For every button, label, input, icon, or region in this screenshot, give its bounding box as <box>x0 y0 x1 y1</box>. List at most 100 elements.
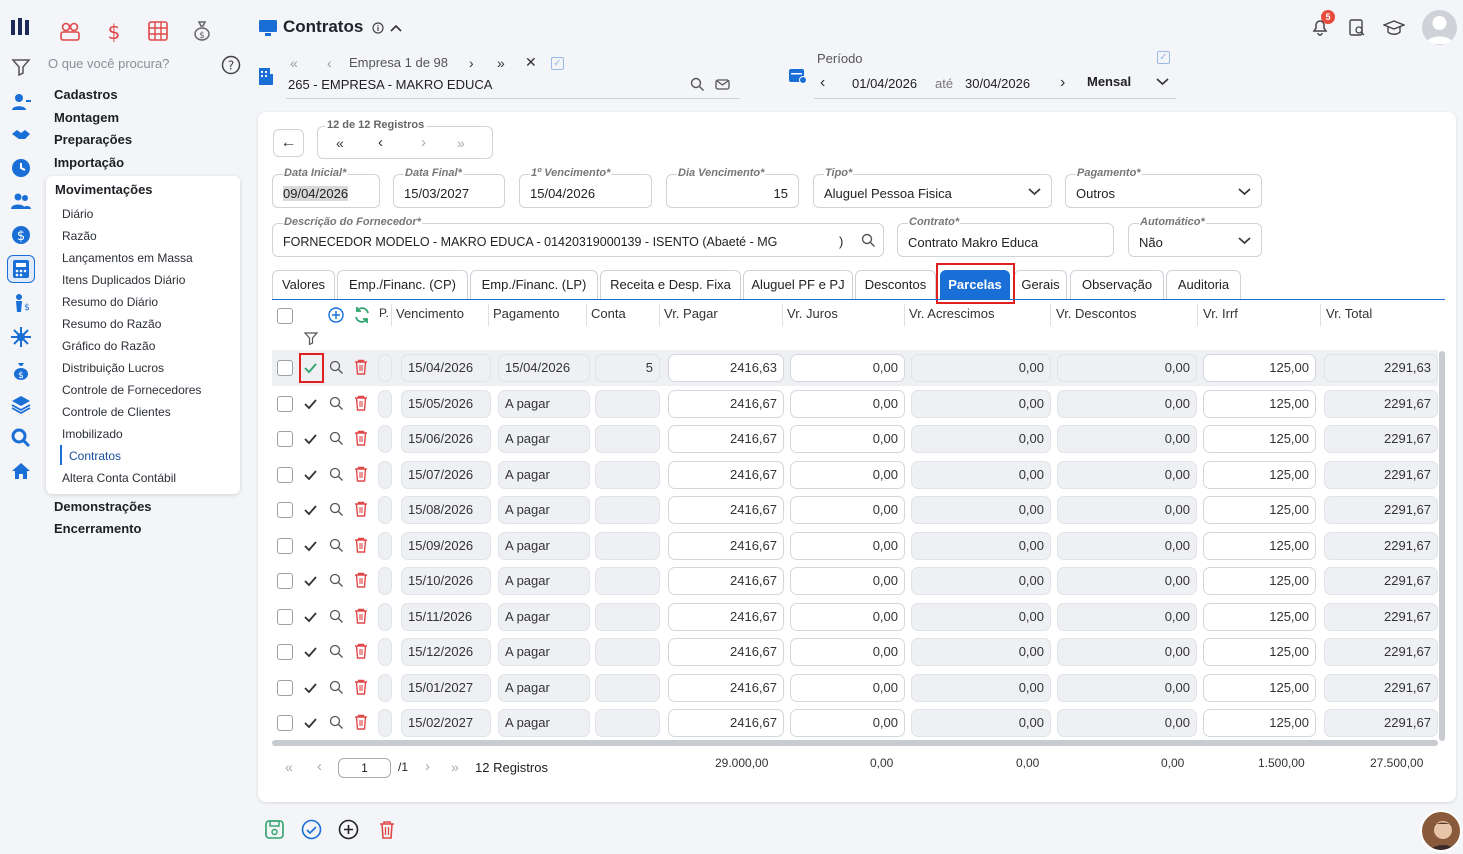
cell-irrf[interactable]: 125,00 <box>1203 602 1316 631</box>
table-row[interactable]: 15/09/2026 A pagar 2416,67 0,00 0,00 0,00 125,… <box>272 528 1438 564</box>
pager-next-button[interactable]: › <box>425 758 430 775</box>
cell-conta[interactable] <box>595 567 660 595</box>
search-icon[interactable] <box>329 431 344 446</box>
freq-chevron-icon[interactable] <box>1156 77 1169 87</box>
tab-auditoria[interactable]: Auditoria <box>1166 270 1241 299</box>
cell-juros[interactable]: 0,00 <box>790 602 905 631</box>
cell-p[interactable] <box>378 673 392 702</box>
empresa-value[interactable]: 265 - EMPRESA - MAKRO EDUCA <box>288 77 492 92</box>
user-add-icon[interactable] <box>10 91 32 113</box>
contrato-field[interactable]: Contrato* Contrato Makro Educa <box>897 216 1114 257</box>
row-checkbox[interactable] <box>277 608 293 625</box>
trash-icon[interactable] <box>354 430 368 446</box>
search-icon[interactable] <box>329 715 344 730</box>
cell-conta[interactable] <box>595 425 660 453</box>
table-row[interactable]: 15/02/2027 A pagar 2416,67 0,00 0,00 0,00 125,… <box>272 705 1438 741</box>
cell-venc[interactable]: 15/11/2026 <box>401 602 491 631</box>
check-icon[interactable] <box>303 503 318 517</box>
cell-pag[interactable]: A pagar <box>498 531 590 560</box>
cell-desc[interactable]: 0,00 <box>1057 460 1197 489</box>
cell-acresc[interactable]: 0,00 <box>911 673 1051 702</box>
empresa-first-button[interactable]: « <box>290 55 298 71</box>
table-row[interactable]: 15/08/2026 A pagar 2416,67 0,00 0,00 0,00 125,… <box>272 492 1438 528</box>
row-checkbox[interactable] <box>277 644 293 660</box>
cell-venc[interactable]: 15/06/2026 <box>401 425 491 453</box>
menu-encerramento[interactable]: Encerramento <box>54 521 141 536</box>
cell-conta[interactable] <box>595 389 660 418</box>
table-row[interactable]: 15/10/2026 A pagar 2416,67 0,00 0,00 0,00 125,… <box>272 563 1438 599</box>
cell-venc[interactable]: 15/04/2026 <box>401 354 491 382</box>
cell-conta[interactable] <box>595 602 660 631</box>
tab-receita-desp-fixa[interactable]: Receita e Desp. Fixa <box>600 270 741 299</box>
people-icon[interactable] <box>58 19 82 43</box>
periodo-start[interactable]: 01/04/2026 <box>852 76 917 91</box>
menu-preparacoes[interactable]: Preparações <box>54 132 132 147</box>
cell-p[interactable] <box>378 460 392 489</box>
cell-desc[interactable]: 0,00 <box>1057 709 1197 737</box>
cell-pagar[interactable]: 2416,67 <box>668 567 784 595</box>
column-filter-icon[interactable] <box>304 331 318 345</box>
cell-p[interactable] <box>378 709 392 737</box>
cell-conta[interactable]: 5 <box>595 354 660 382</box>
check-icon[interactable] <box>303 645 318 659</box>
cell-pag[interactable]: A pagar <box>498 389 590 418</box>
search-icon[interactable] <box>329 538 344 553</box>
cell-acresc[interactable]: 0,00 <box>911 460 1051 489</box>
cell-juros[interactable]: 0,00 <box>790 496 905 524</box>
cell-irrf[interactable]: 125,00 <box>1203 389 1316 418</box>
data-final-field[interactable]: Data Final* 15/03/2027 <box>393 167 505 208</box>
cell-desc[interactable]: 0,00 <box>1057 496 1197 524</box>
cell-pagar[interactable]: 2416,67 <box>668 531 784 560</box>
table-row[interactable]: 15/04/2026 15/04/2026 5 2416,63 0,00 0,00 0,00… <box>272 350 1438 386</box>
cell-pag[interactable]: A pagar <box>498 638 590 666</box>
pagamento-select[interactable]: Pagamento* Outros <box>1065 167 1262 208</box>
registros-last-button[interactable]: » <box>457 135 465 151</box>
trash-icon[interactable] <box>354 643 368 659</box>
cell-conta[interactable] <box>595 531 660 560</box>
cell-p[interactable] <box>378 602 392 631</box>
col-header-vr-pagar[interactable]: Vr. Pagar <box>664 306 718 321</box>
submenu-item[interactable]: Lançamentos em Massa <box>62 251 193 265</box>
cell-irrf[interactable]: 125,00 <box>1203 531 1316 560</box>
home-icon[interactable] <box>10 460 32 482</box>
periodo-prev-button[interactable]: ‹ <box>820 74 825 92</box>
cell-acresc[interactable]: 0,00 <box>911 354 1051 382</box>
periodo-end[interactable]: 30/04/2026 <box>965 76 1030 91</box>
row-checkbox[interactable] <box>277 360 293 376</box>
chevron-up-icon[interactable] <box>389 22 403 34</box>
cell-pag[interactable]: A pagar <box>498 460 590 489</box>
support-avatar[interactable] <box>1420 810 1462 852</box>
col-header-vr-total[interactable]: Vr. Total <box>1326 306 1372 321</box>
vertical-scrollbar[interactable] <box>1439 351 1445 741</box>
cell-total[interactable]: 2291,67 <box>1324 389 1438 418</box>
col-header-vr-juros[interactable]: Vr. Juros <box>787 306 838 321</box>
table-row[interactable]: 15/05/2026 A pagar 2416,67 0,00 0,00 0,00 125,… <box>272 386 1438 422</box>
row-checkbox[interactable] <box>277 431 293 447</box>
submenu-item-contratos[interactable]: Contratos <box>69 449 121 463</box>
cell-venc[interactable]: 15/05/2026 <box>401 389 491 418</box>
cell-venc[interactable]: 15/01/2027 <box>401 673 491 702</box>
row-checkbox[interactable] <box>277 537 293 554</box>
cell-pagar[interactable]: 2416,63 <box>668 354 784 382</box>
cell-conta[interactable] <box>595 496 660 524</box>
menu-cadastros[interactable]: Cadastros <box>54 87 118 102</box>
cell-p[interactable] <box>378 496 392 524</box>
cell-pag[interactable]: A pagar <box>498 709 590 737</box>
back-button[interactable]: ← <box>273 129 304 157</box>
handshake-icon[interactable] <box>10 124 32 146</box>
cell-desc[interactable]: 0,00 <box>1057 673 1197 702</box>
tab-valores[interactable]: Valores <box>272 270 335 299</box>
submenu-item[interactable]: Razão <box>62 229 97 243</box>
table-row[interactable]: 15/07/2026 A pagar 2416,67 0,00 0,00 0,00 125,… <box>272 457 1438 493</box>
cell-total[interactable]: 2291,67 <box>1324 673 1438 702</box>
trash-icon[interactable] <box>354 537 368 553</box>
submenu-item[interactable]: Gráfico do Razão <box>62 339 155 353</box>
cell-irrf[interactable]: 125,00 <box>1203 354 1316 382</box>
search-icon[interactable] <box>329 360 344 375</box>
cell-juros[interactable]: 0,00 <box>790 567 905 595</box>
check-icon[interactable] <box>303 432 318 446</box>
add-row-icon[interactable] <box>328 307 344 323</box>
cell-total[interactable]: 2291,67 <box>1324 425 1438 453</box>
cell-irrf[interactable]: 125,00 <box>1203 673 1316 702</box>
row-checkbox[interactable] <box>277 502 293 518</box>
